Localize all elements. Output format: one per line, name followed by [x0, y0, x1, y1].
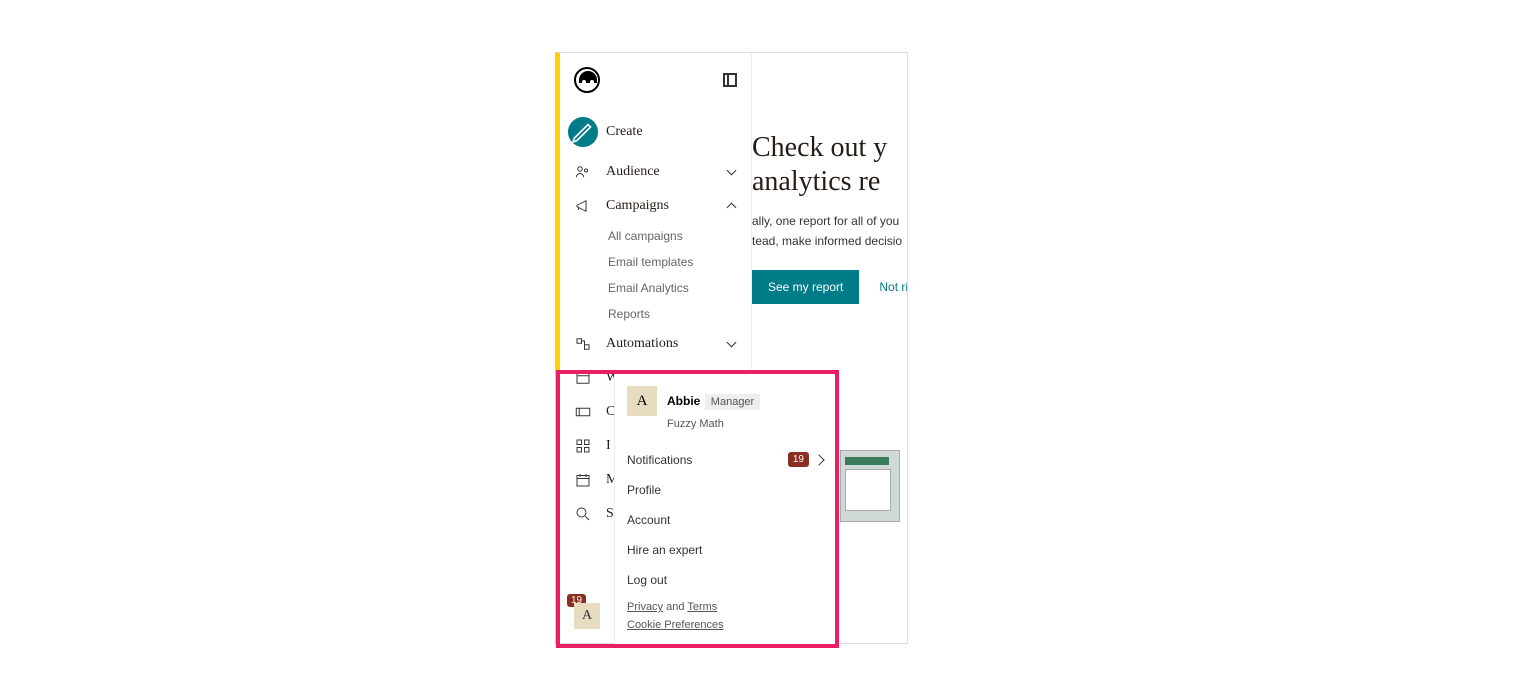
- page-heading-line2: analytics re: [752, 165, 908, 199]
- popup-item-label: Notifications: [627, 453, 692, 467]
- popup-item-notifications[interactable]: Notifications 19: [615, 444, 835, 475]
- popup-item-label: Profile: [627, 483, 661, 497]
- chevron-up-icon: [727, 201, 737, 211]
- nav-create[interactable]: Create: [560, 109, 751, 155]
- popup-header: A Abbie Manager: [615, 386, 835, 422]
- nav-campaigns[interactable]: Campaigns: [560, 189, 751, 223]
- chevron-right-icon: [813, 454, 824, 465]
- integrations-icon: [574, 437, 592, 455]
- popup-username: Abbie: [667, 394, 700, 408]
- nav-label: Audience: [606, 164, 713, 180]
- campaigns-submenu: All campaigns Email templates Email Anal…: [560, 223, 751, 327]
- popup-item-hire-expert[interactable]: Hire an expert: [615, 535, 835, 565]
- nav-audience[interactable]: Audience: [560, 155, 751, 189]
- page-heading-line1: Check out y: [752, 131, 908, 165]
- popup-item-profile[interactable]: Profile: [615, 475, 835, 505]
- not-now-link[interactable]: Not ri: [879, 280, 908, 294]
- terms-link[interactable]: Terms: [687, 601, 717, 613]
- popup-item-account[interactable]: Account: [615, 505, 835, 535]
- popup-item-logout[interactable]: Log out: [615, 565, 835, 595]
- nav-automations[interactable]: Automations: [560, 327, 751, 361]
- chevron-down-icon: [727, 339, 737, 349]
- popup-item-label: Log out: [627, 573, 667, 587]
- page-subtext-line1: ally, one report for all of you: [752, 212, 908, 230]
- nav-label: Automations: [606, 336, 713, 352]
- chevron-down-icon: [727, 167, 737, 177]
- search-icon: [574, 505, 592, 523]
- popup-footer: Privacy and Terms Cookie Preferences: [615, 595, 835, 631]
- nav-label: Create: [606, 124, 737, 140]
- website-icon: [574, 369, 592, 387]
- report-thumbnail: [840, 450, 900, 522]
- popup-role-badge: Manager: [705, 394, 760, 410]
- calendar-icon: [574, 471, 592, 489]
- popup-avatar: A: [627, 386, 657, 416]
- popup-item-label: Hire an expert: [627, 543, 702, 557]
- nav-label: Campaigns: [606, 198, 713, 214]
- audience-icon: [574, 163, 592, 181]
- pencil-icon: [568, 117, 598, 147]
- account-popup: A Abbie Manager Fuzzy Math Notifications…: [614, 374, 835, 644]
- subnav-reports[interactable]: Reports: [608, 301, 751, 327]
- sidebar-avatar[interactable]: A: [574, 603, 600, 629]
- mailchimp-logo-icon[interactable]: [574, 67, 600, 93]
- megaphone-icon: [574, 197, 592, 215]
- notification-count-badge: 19: [788, 452, 809, 467]
- automations-icon: [574, 335, 592, 353]
- popup-org-name: Fuzzy Math: [615, 418, 835, 430]
- cookie-preferences-link[interactable]: Cookie Preferences: [627, 619, 724, 631]
- collapse-panel-icon[interactable]: [723, 73, 737, 87]
- subnav-all-campaigns[interactable]: All campaigns: [608, 223, 751, 249]
- subnav-email-templates[interactable]: Email templates: [608, 249, 751, 275]
- see-report-button[interactable]: See my report: [752, 270, 859, 304]
- content-icon: [574, 403, 592, 421]
- popup-item-label: Account: [627, 513, 670, 527]
- subnav-email-analytics[interactable]: Email Analytics: [608, 275, 751, 301]
- page-subtext-line2: tead, make informed decisio: [752, 232, 908, 250]
- and-text: and: [663, 601, 687, 613]
- privacy-link[interactable]: Privacy: [627, 601, 663, 613]
